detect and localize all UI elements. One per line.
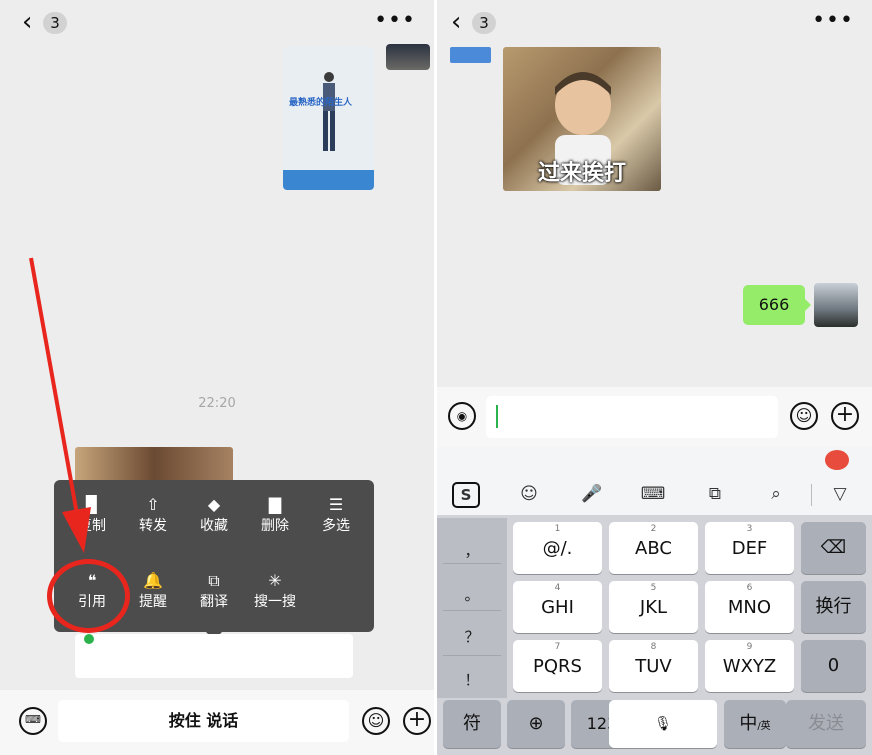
key-6[interactable]: 6 MNO <box>705 581 794 633</box>
key-9[interactable]: 9 WXYZ <box>705 640 794 692</box>
symbol-column[interactable]: ， 。 ？ ！ <box>437 518 507 698</box>
symbol-period[interactable]: 。 <box>437 584 507 605</box>
my-avatar[interactable] <box>814 283 858 327</box>
key-2[interactable]: 2 ABC <box>609 522 698 574</box>
key-label: JKL <box>639 597 668 618</box>
key-number: 6 <box>746 583 753 593</box>
keyboard-switch-icon[interactable]: ⌨ <box>638 480 668 508</box>
left-chat-screen: ‹ 3 ••• 最熟悉的陌生人 22:20 ▉ 复制 ⇧ 转发 ◆ 收藏 ▇ 删… <box>0 0 434 755</box>
key-1[interactable]: 1 @/. <box>513 522 602 574</box>
unread-count-badge: 3 <box>472 12 496 34</box>
toolbar-separator <box>811 484 812 506</box>
text-cursor <box>496 405 498 428</box>
symbol-divider <box>443 655 501 656</box>
key-label: PQRS <box>533 656 582 677</box>
voice-icon[interactable]: ◉ <box>448 402 476 430</box>
newline-key[interactable]: 换行 <box>801 581 866 633</box>
key-5[interactable]: 5 JKL <box>609 581 698 633</box>
symbols-key[interactable]: 符 <box>443 700 501 748</box>
plus-icon[interactable]: + <box>403 707 431 735</box>
zhong-label: 中 <box>739 713 758 734</box>
key-4[interactable]: 4 GHI <box>513 581 602 633</box>
symbol-exclaim[interactable]: ！ <box>437 669 507 690</box>
space-key[interactable]: 🎙 <box>609 700 717 748</box>
chat-top-bar: ‹ 3 ••• <box>437 0 872 46</box>
thumbnail-image[interactable] <box>450 47 491 63</box>
symbol-divider <box>443 610 501 611</box>
key-number: 3 <box>746 524 753 534</box>
symbol-question[interactable]: ？ <box>437 626 507 647</box>
key-number: 4 <box>554 583 561 593</box>
key-label: ABC <box>635 538 672 559</box>
microphone-icon[interactable]: 🎤 <box>577 480 607 508</box>
sent-message-bubble[interactable]: 666 <box>743 285 811 325</box>
hold-to-talk-button[interactable]: 按住 说话 <box>58 700 349 742</box>
language-switch-key[interactable]: 中/英 <box>724 700 786 748</box>
key-label: DEF <box>731 538 768 559</box>
key-label: GHI <box>541 597 574 618</box>
sticker-caption: 过来挨打 <box>537 161 626 186</box>
backspace-key[interactable]: ⌫ <box>801 522 866 574</box>
annotation-arrow <box>29 257 91 553</box>
sticker-image[interactable]: 过来挨打 <box>503 47 661 191</box>
mascot-icon[interactable] <box>825 450 849 470</box>
key-number: 1 <box>554 524 561 534</box>
key-label: MNO <box>727 597 772 618</box>
key-number: 7 <box>554 642 561 652</box>
globe-icon[interactable]: ⊕ <box>507 700 565 748</box>
emoji-icon[interactable]: ☺ <box>790 402 818 430</box>
right-chat-screen: ‹ 3 ••• 过来挨打 666 ◉ ☺ + S ☺ 🎤 ⌨ ⧉ ⌕ ▽ ， 。… <box>437 0 872 755</box>
plus-icon[interactable]: + <box>831 402 859 430</box>
zero-key[interactable]: 0 <box>801 640 866 692</box>
symbol-divider <box>443 563 501 564</box>
send-button[interactable]: 发送 <box>786 700 866 748</box>
translate-icon[interactable]: ⧉ <box>700 480 730 508</box>
microphone-icon: 🎙 <box>654 716 672 732</box>
more-options-icon[interactable]: ••• <box>812 10 854 32</box>
symbol-comma[interactable]: ， <box>437 540 507 561</box>
sogou-logo-icon[interactable]: S <box>452 482 480 508</box>
key-number: 2 <box>650 524 657 534</box>
search-icon[interactable]: ⌕ <box>761 480 791 508</box>
emoji-icon[interactable]: ☺ <box>362 707 390 735</box>
key-number: 8 <box>650 642 657 652</box>
key-label: @/. <box>542 538 573 559</box>
key-label: WXYZ <box>722 656 777 677</box>
key-number: 9 <box>746 642 753 652</box>
key-number: 5 <box>650 583 657 593</box>
message-input[interactable] <box>486 396 778 438</box>
emoji-face-icon[interactable]: ☺ <box>514 480 544 508</box>
key-label: TUV <box>635 656 672 677</box>
key-7[interactable]: 7 PQRS <box>513 640 602 692</box>
keyboard-icon[interactable]: ⌨ <box>19 707 47 735</box>
key-3[interactable]: 3 DEF <box>705 522 794 574</box>
collapse-keyboard-icon[interactable]: ▽ <box>825 480 855 508</box>
key-8[interactable]: 8 TUV <box>609 640 698 692</box>
english-sub-label: /英 <box>757 721 771 732</box>
